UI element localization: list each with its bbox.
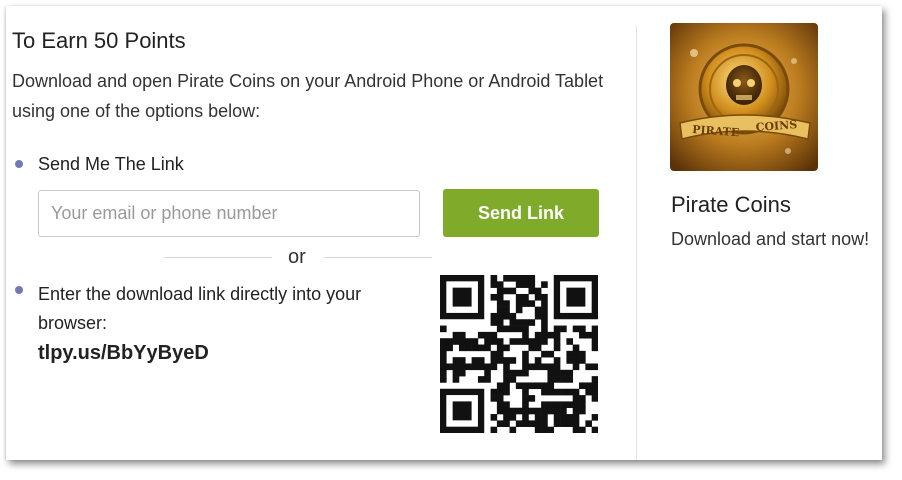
bullet-icon: [15, 160, 23, 168]
download-short-link[interactable]: tlpy.us/BbYyByeD: [38, 342, 209, 365]
offer-card: To Earn 50 Points Download and open Pira…: [6, 6, 882, 460]
app-name: Pirate Coins: [671, 192, 791, 217]
direct-link-label: Enter the download link directly into yo…: [38, 284, 362, 333]
or-divider-right: [324, 257, 432, 258]
or-divider-left: [164, 257, 272, 258]
offer-description: Download and open Pirate Coins on your A…: [12, 71, 604, 121]
column-divider: [636, 26, 637, 460]
qr-code-icon: [440, 275, 599, 434]
offer-heading: To Earn 50 Points: [12, 28, 186, 53]
email-phone-input[interactable]: [38, 190, 420, 237]
send-link-label: Send Me The Link: [38, 154, 184, 174]
app-tagline: Download and start now!: [671, 229, 870, 249]
send-link-button[interactable]: Send Link: [443, 189, 599, 237]
bullet-icon: [15, 286, 23, 294]
pirate-coin-icon[interactable]: PIRATE COINS: [670, 23, 818, 171]
or-separator: or: [288, 246, 306, 268]
